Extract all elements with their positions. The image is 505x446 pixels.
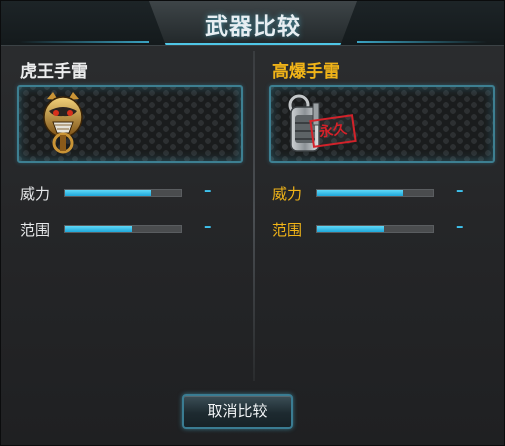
range-bar-fill (65, 226, 133, 232)
stat-value-range: – (456, 217, 464, 235)
power-bar (64, 189, 182, 197)
cancel-compare-button[interactable]: 取消比较 (182, 394, 293, 429)
right-stat-range: 范围 – (272, 217, 502, 239)
power-bar (316, 189, 434, 197)
left-stat-range: 范围 – (20, 217, 250, 239)
stat-value-range: – (204, 217, 212, 235)
tiger-head-grenade-icon (43, 92, 83, 154)
title-ornament-right (357, 41, 487, 43)
right-weapon-name: 高爆手雷 (272, 62, 340, 82)
stat-value-power: – (456, 181, 464, 199)
stat-label-power: 威力 (272, 185, 303, 203)
weapon-compare-dialog: 武器比较 虎王手雷 威力 – 范围 – 高爆手雷 永久 威力 – 范围 – 取消… (0, 0, 505, 446)
range-bar (316, 225, 434, 233)
title-ornament-left (19, 41, 149, 43)
stat-label-range: 范围 (272, 221, 303, 239)
range-bar-fill (317, 226, 385, 232)
dialog-title: 武器比较 (205, 14, 301, 40)
left-weapon-panel: 虎王手雷 威力 – 范围 – (14, 51, 249, 251)
left-stat-power: 威力 – (20, 181, 250, 203)
power-bar-fill (317, 190, 403, 196)
power-bar-fill (65, 190, 151, 196)
stat-label-power: 威力 (20, 185, 51, 203)
right-weapon-slot[interactable]: 永久 (269, 85, 495, 163)
right-weapon-panel: 高爆手雷 永久 威力 – 范围 – (266, 51, 501, 251)
left-weapon-name: 虎王手雷 (20, 62, 88, 82)
right-stat-power: 威力 – (272, 181, 502, 203)
range-bar (64, 225, 182, 233)
permanent-stamp-text: 永久 (318, 121, 348, 141)
panel-divider (253, 51, 255, 381)
stat-label-range: 范围 (20, 221, 51, 239)
stat-value-power: – (204, 181, 212, 199)
left-weapon-slot[interactable] (17, 85, 243, 163)
